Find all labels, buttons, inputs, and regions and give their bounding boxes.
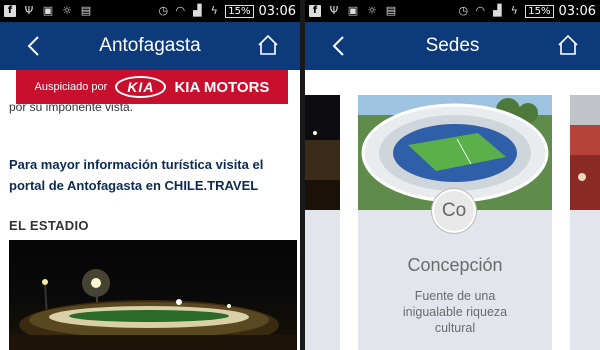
usb-icon: Ψ — [24, 4, 34, 17]
content: por su imponente vista. Auspiciado por K… — [0, 70, 300, 350]
app-bar: Sedes — [305, 22, 600, 70]
kia-logo: KIA — [115, 76, 167, 98]
tourism-info-link[interactable]: Para mayor información turística visita … — [9, 154, 291, 196]
venue-description: Fuente de una inigualable riqueza cultur… — [402, 289, 508, 335]
usb-icon: Ψ — [329, 4, 339, 17]
back-arrow-icon[interactable] — [22, 34, 46, 58]
venue-photo — [305, 95, 340, 210]
home-icon[interactable] — [256, 33, 280, 57]
alarm-icon: ◷ — [158, 4, 169, 17]
wifi-icon: ◠ — [475, 4, 486, 17]
image-icon: ▣ — [347, 4, 359, 17]
image-icon: ▣ — [42, 4, 54, 17]
venue-photo — [570, 95, 600, 210]
sponsor-banner[interactable]: Auspiciado por KIA KIA MOTORS — [16, 70, 288, 104]
signal-icon: ▟ — [493, 4, 502, 17]
status-bar: f Ψ ▣ ☼ ▤ ◷ ◠ ▟ ϟ 15% 03:06 — [305, 0, 600, 22]
alarm-icon: ◷ — [458, 4, 469, 17]
venue-card-concepcion[interactable]: Co Concepción Fuente de una inigualable … — [358, 95, 552, 350]
bag-icon: ▤ — [385, 4, 397, 17]
facebook-icon: f — [4, 5, 16, 17]
venue-initials-badge: Co — [432, 189, 476, 233]
venue-card-previous[interactable] — [305, 95, 340, 350]
venue-card-next[interactable] — [570, 95, 600, 350]
wifi-icon: ◠ — [175, 4, 186, 17]
battery-indicator: 15% — [225, 4, 254, 18]
stadium-night-photo — [9, 240, 297, 350]
venue-city: Concepción — [407, 255, 503, 275]
clock: 03:06 — [558, 3, 596, 19]
bag-icon: ▤ — [80, 4, 92, 17]
home-icon[interactable] — [556, 33, 580, 57]
bulb-icon: ☼ — [62, 4, 72, 17]
facebook-icon: f — [309, 5, 321, 17]
back-arrow-icon[interactable] — [327, 34, 351, 58]
bulb-icon: ☼ — [367, 4, 377, 17]
sponsor-label: Auspiciado por — [34, 81, 108, 93]
charging-icon: ϟ — [510, 4, 518, 17]
clock: 03:06 — [258, 3, 296, 19]
status-bar: f Ψ ▣ ☼ ▤ ◷ ◠ ▟ ϟ 15% 03:06 — [0, 0, 300, 22]
app-bar: Antofagasta — [0, 22, 300, 70]
venues-carousel[interactable]: Co Concepción Fuente de una inigualable … — [305, 70, 600, 350]
battery-indicator: 15% — [525, 4, 554, 18]
section-heading: EL ESTADIO — [9, 218, 89, 233]
screen-sedes: f Ψ ▣ ☼ ▤ ◷ ◠ ▟ ϟ 15% 03:06 Sedes Co Con… — [305, 0, 600, 350]
kia-motors-text: KIA MOTORS — [174, 78, 270, 96]
screen-antofagasta: f Ψ ▣ ☼ ▤ ◷ ◠ ▟ ϟ 15% 03:06 Antofagasta … — [0, 0, 300, 350]
charging-icon: ϟ — [210, 4, 218, 17]
signal-icon: ▟ — [193, 4, 202, 17]
